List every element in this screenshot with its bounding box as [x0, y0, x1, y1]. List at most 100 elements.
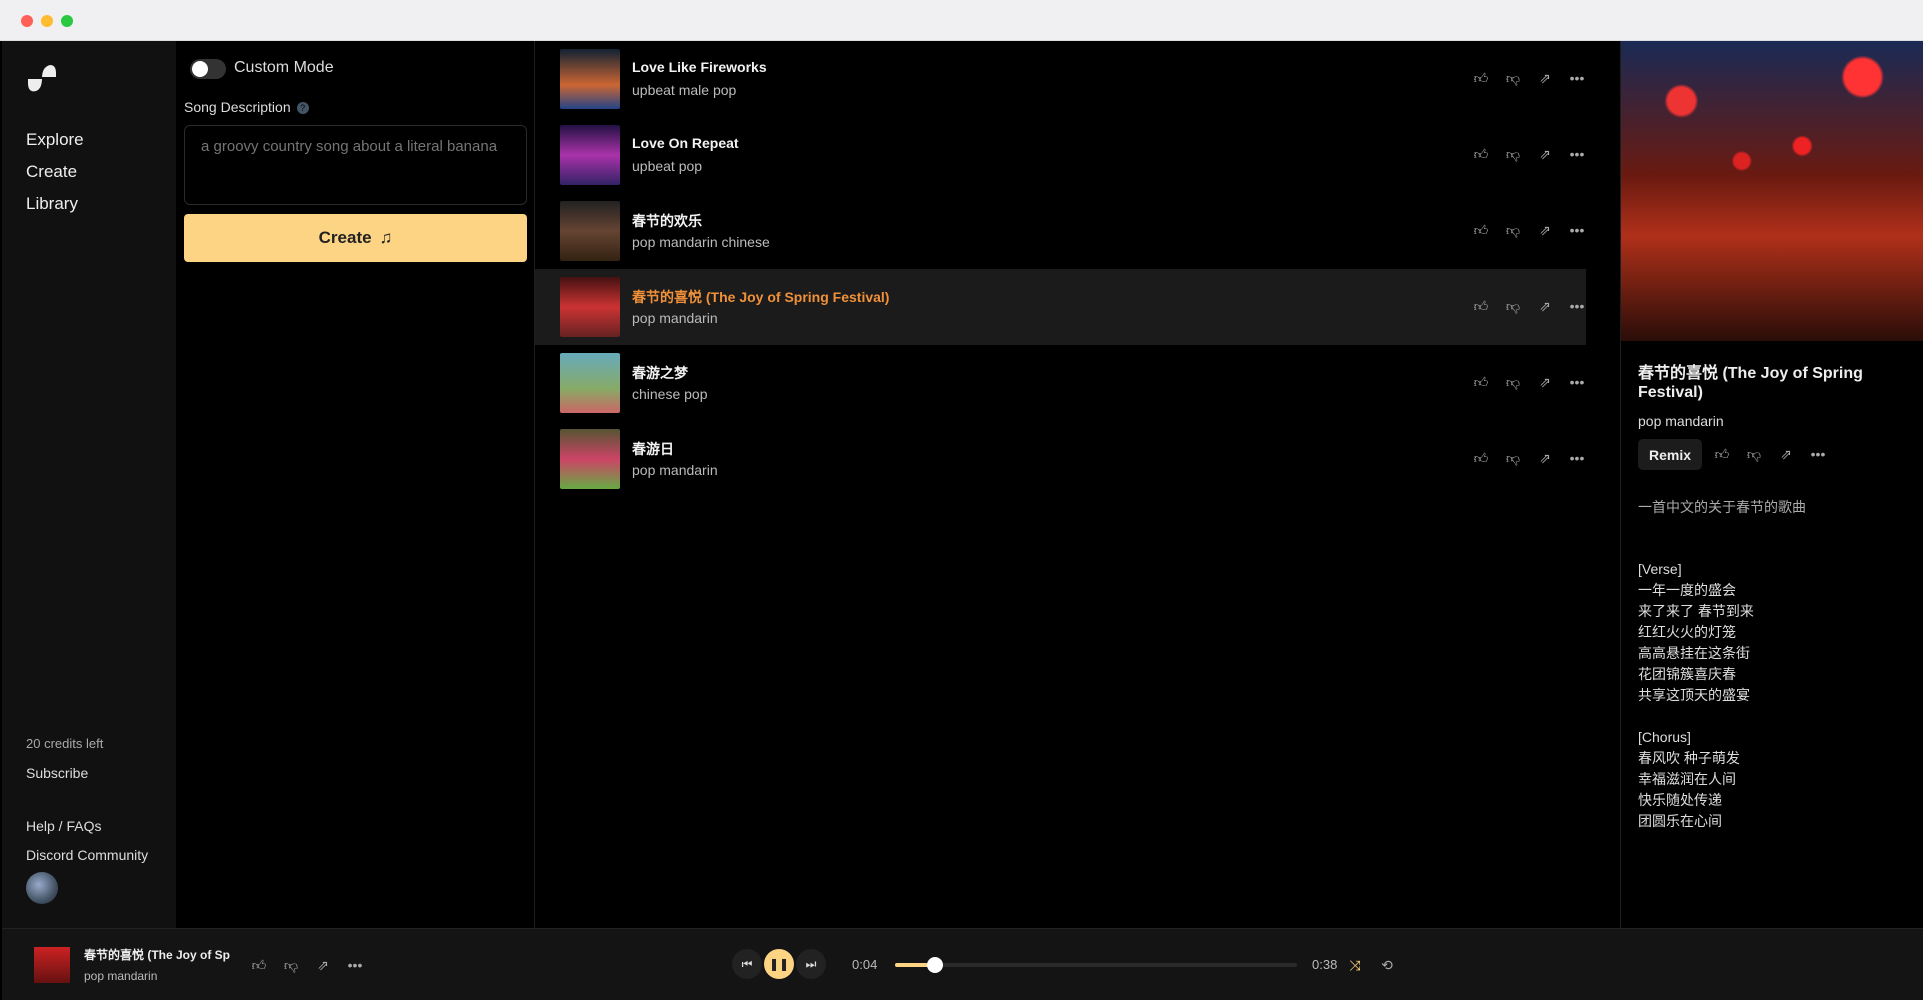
thumbs-down-icon[interactable]: 👎︎ — [1504, 449, 1522, 467]
thumbs-down-icon[interactable]: 👎︎ — [1504, 297, 1522, 315]
song-title[interactable]: 春节的欢乐 — [632, 211, 702, 231]
more-icon[interactable]: ••• — [1568, 145, 1586, 163]
share-icon[interactable]: ⇗ — [1777, 445, 1795, 463]
thumbs-up-icon[interactable]: 👍︎ — [1472, 69, 1490, 87]
song-description-input[interactable] — [184, 125, 527, 205]
more-icon[interactable]: ••• — [1809, 445, 1827, 463]
thumbs-down-icon[interactable]: 👎︎ — [1504, 145, 1522, 163]
song-list: Love Like Fireworks upbeat male pop 👍︎ 👎︎… — [535, 41, 1621, 928]
share-icon[interactable]: ⇗ — [314, 956, 332, 974]
pause-button[interactable]: ❚❚ — [764, 949, 794, 979]
close-window-button[interactable] — [21, 15, 33, 27]
thumbs-up-icon[interactable]: 👍︎ — [1472, 145, 1490, 163]
progress-slider[interactable] — [895, 957, 1297, 973]
detail-style: pop mandarin — [1638, 413, 1724, 429]
next-button[interactable]: ⏭︎ — [796, 949, 826, 979]
thumbs-up-icon[interactable]: 👍︎ — [1472, 297, 1490, 315]
minimize-window-button[interactable] — [41, 15, 53, 27]
previous-button[interactable]: ⏮︎ — [732, 949, 762, 979]
song-thumbnail[interactable] — [560, 353, 620, 413]
song-style: pop mandarin chinese — [632, 234, 770, 250]
more-icon[interactable]: ••• — [1568, 221, 1586, 239]
song-detail-panel: 春节的喜悦 (The Joy of Spring Festival) pop m… — [1621, 41, 1923, 928]
repeat-icon[interactable]: ⟲ — [1378, 956, 1396, 974]
song-description-label: Song Description? — [184, 99, 309, 115]
custom-mode-toggle[interactable] — [190, 59, 226, 79]
detail-title: 春节的喜悦 (The Joy of Spring Festival) — [1638, 365, 1863, 401]
song-row[interactable]: 春游之梦 chinese pop 👍︎ 👎︎ ⇗ ••• — [535, 345, 1586, 421]
player-cover-image — [34, 947, 70, 983]
create-button[interactable]: Create ♫ — [184, 214, 527, 262]
song-row[interactable]: 春游日 pop mandarin 👍︎ 👎︎ ⇗ ••• — [535, 421, 1586, 497]
song-style: upbeat pop — [632, 158, 703, 174]
song-style: pop mandarin — [632, 310, 718, 326]
more-icon[interactable]: ••• — [1568, 449, 1586, 467]
detail-description: 一首中文的关于春节的歌曲 — [1638, 499, 1806, 515]
help-faqs-link[interactable]: Help / FAQs — [26, 818, 101, 834]
nav-explore[interactable]: Explore — [26, 130, 84, 150]
player-bar: 春节的喜悦 (The Joy of Sp pop mandarin 👍︎ 👎︎ … — [2, 928, 1923, 1000]
thumbs-up-icon[interactable]: 👍︎ — [1472, 221, 1490, 239]
player-title[interactable]: 春节的喜悦 (The Joy of Sp — [84, 946, 234, 963]
cover-art-image — [1621, 41, 1923, 341]
song-title[interactable]: 春节的喜悦 (The Joy of Spring Festival) — [632, 287, 889, 307]
current-time: 0:04 — [852, 957, 878, 972]
create-panel: Custom Mode Song Description? Create ♫ — [176, 41, 535, 928]
song-thumbnail[interactable] — [560, 49, 620, 109]
create-button-label: Create — [318, 228, 372, 247]
nav-create[interactable]: Create — [26, 162, 77, 182]
song-thumbnail[interactable] — [560, 125, 620, 185]
shuffle-icon[interactable]: ⤨ — [1346, 956, 1364, 974]
duration: 0:38 — [1312, 957, 1338, 972]
more-icon[interactable]: ••• — [1568, 69, 1586, 87]
song-row[interactable]: Love Like Fireworks upbeat male pop 👍︎ 👎︎… — [535, 41, 1586, 117]
music-note-icon: ♫ — [379, 228, 393, 247]
player-style: pop mandarin — [84, 969, 158, 983]
thumbs-up-icon[interactable]: 👍︎ — [1713, 445, 1731, 463]
thumbs-up-icon[interactable]: 👍︎ — [250, 956, 268, 974]
nav-library[interactable]: Library — [26, 194, 78, 214]
share-icon[interactable]: ⇗ — [1536, 221, 1554, 239]
subscribe-link[interactable]: Subscribe — [26, 765, 88, 781]
thumbs-down-icon[interactable]: 👎︎ — [1504, 373, 1522, 391]
song-style: pop mandarin — [632, 462, 718, 478]
share-icon[interactable]: ⇗ — [1536, 145, 1554, 163]
share-icon[interactable]: ⇗ — [1536, 449, 1554, 467]
help-icon[interactable]: ? — [296, 102, 309, 115]
song-thumbnail[interactable] — [560, 201, 620, 261]
sidebar: Explore Create Library 20 credits left S… — [2, 41, 176, 928]
song-row[interactable]: Love On Repeat upbeat pop 👍︎ 👎︎ ⇗ ••• — [535, 117, 1586, 193]
song-thumbnail[interactable] — [560, 429, 620, 489]
thumbs-up-icon[interactable]: 👍︎ — [1472, 373, 1490, 391]
song-thumbnail[interactable] — [560, 277, 620, 337]
progress-knob[interactable] — [927, 957, 944, 973]
thumbs-down-icon[interactable]: 👎︎ — [282, 956, 300, 974]
song-title[interactable]: 春游之梦 — [632, 363, 688, 383]
song-title[interactable]: 春游日 — [632, 439, 674, 459]
custom-mode-label: Custom Mode — [234, 59, 334, 76]
window-titlebar — [0, 0, 1923, 41]
maximize-window-button[interactable] — [61, 15, 73, 27]
thumbs-up-icon[interactable]: 👍︎ — [1472, 449, 1490, 467]
user-avatar[interactable] — [26, 872, 58, 904]
song-title[interactable]: Love Like Fireworks — [632, 59, 767, 75]
song-style: upbeat male pop — [632, 82, 737, 98]
more-icon[interactable]: ••• — [346, 956, 364, 974]
more-icon[interactable]: ••• — [1568, 297, 1586, 315]
song-row[interactable]: 春节的欢乐 pop mandarin chinese 👍︎ 👎︎ ⇗ ••• — [535, 193, 1586, 269]
song-row[interactable]: 春节的喜悦 (The Joy of Spring Festival) pop m… — [535, 269, 1586, 345]
remix-button[interactable]: Remix — [1638, 439, 1702, 470]
thumbs-down-icon[interactable]: 👎︎ — [1504, 221, 1522, 239]
suno-logo-icon[interactable] — [26, 63, 58, 93]
discord-community-link[interactable]: Discord Community — [26, 847, 148, 863]
share-icon[interactable]: ⇗ — [1536, 297, 1554, 315]
song-title[interactable]: Love On Repeat — [632, 135, 739, 151]
share-icon[interactable]: ⇗ — [1536, 373, 1554, 391]
lyrics: [Verse] 一年一度的盛会 来了来了 春节到来 红红火火的灯笼 高高悬挂在这… — [1638, 561, 1754, 829]
thumbs-down-icon[interactable]: 👎︎ — [1745, 445, 1763, 463]
share-icon[interactable]: ⇗ — [1536, 69, 1554, 87]
more-icon[interactable]: ••• — [1568, 373, 1586, 391]
credits-left: 20 credits left — [26, 736, 104, 751]
song-style: chinese pop — [632, 386, 708, 402]
thumbs-down-icon[interactable]: 👎︎ — [1504, 69, 1522, 87]
